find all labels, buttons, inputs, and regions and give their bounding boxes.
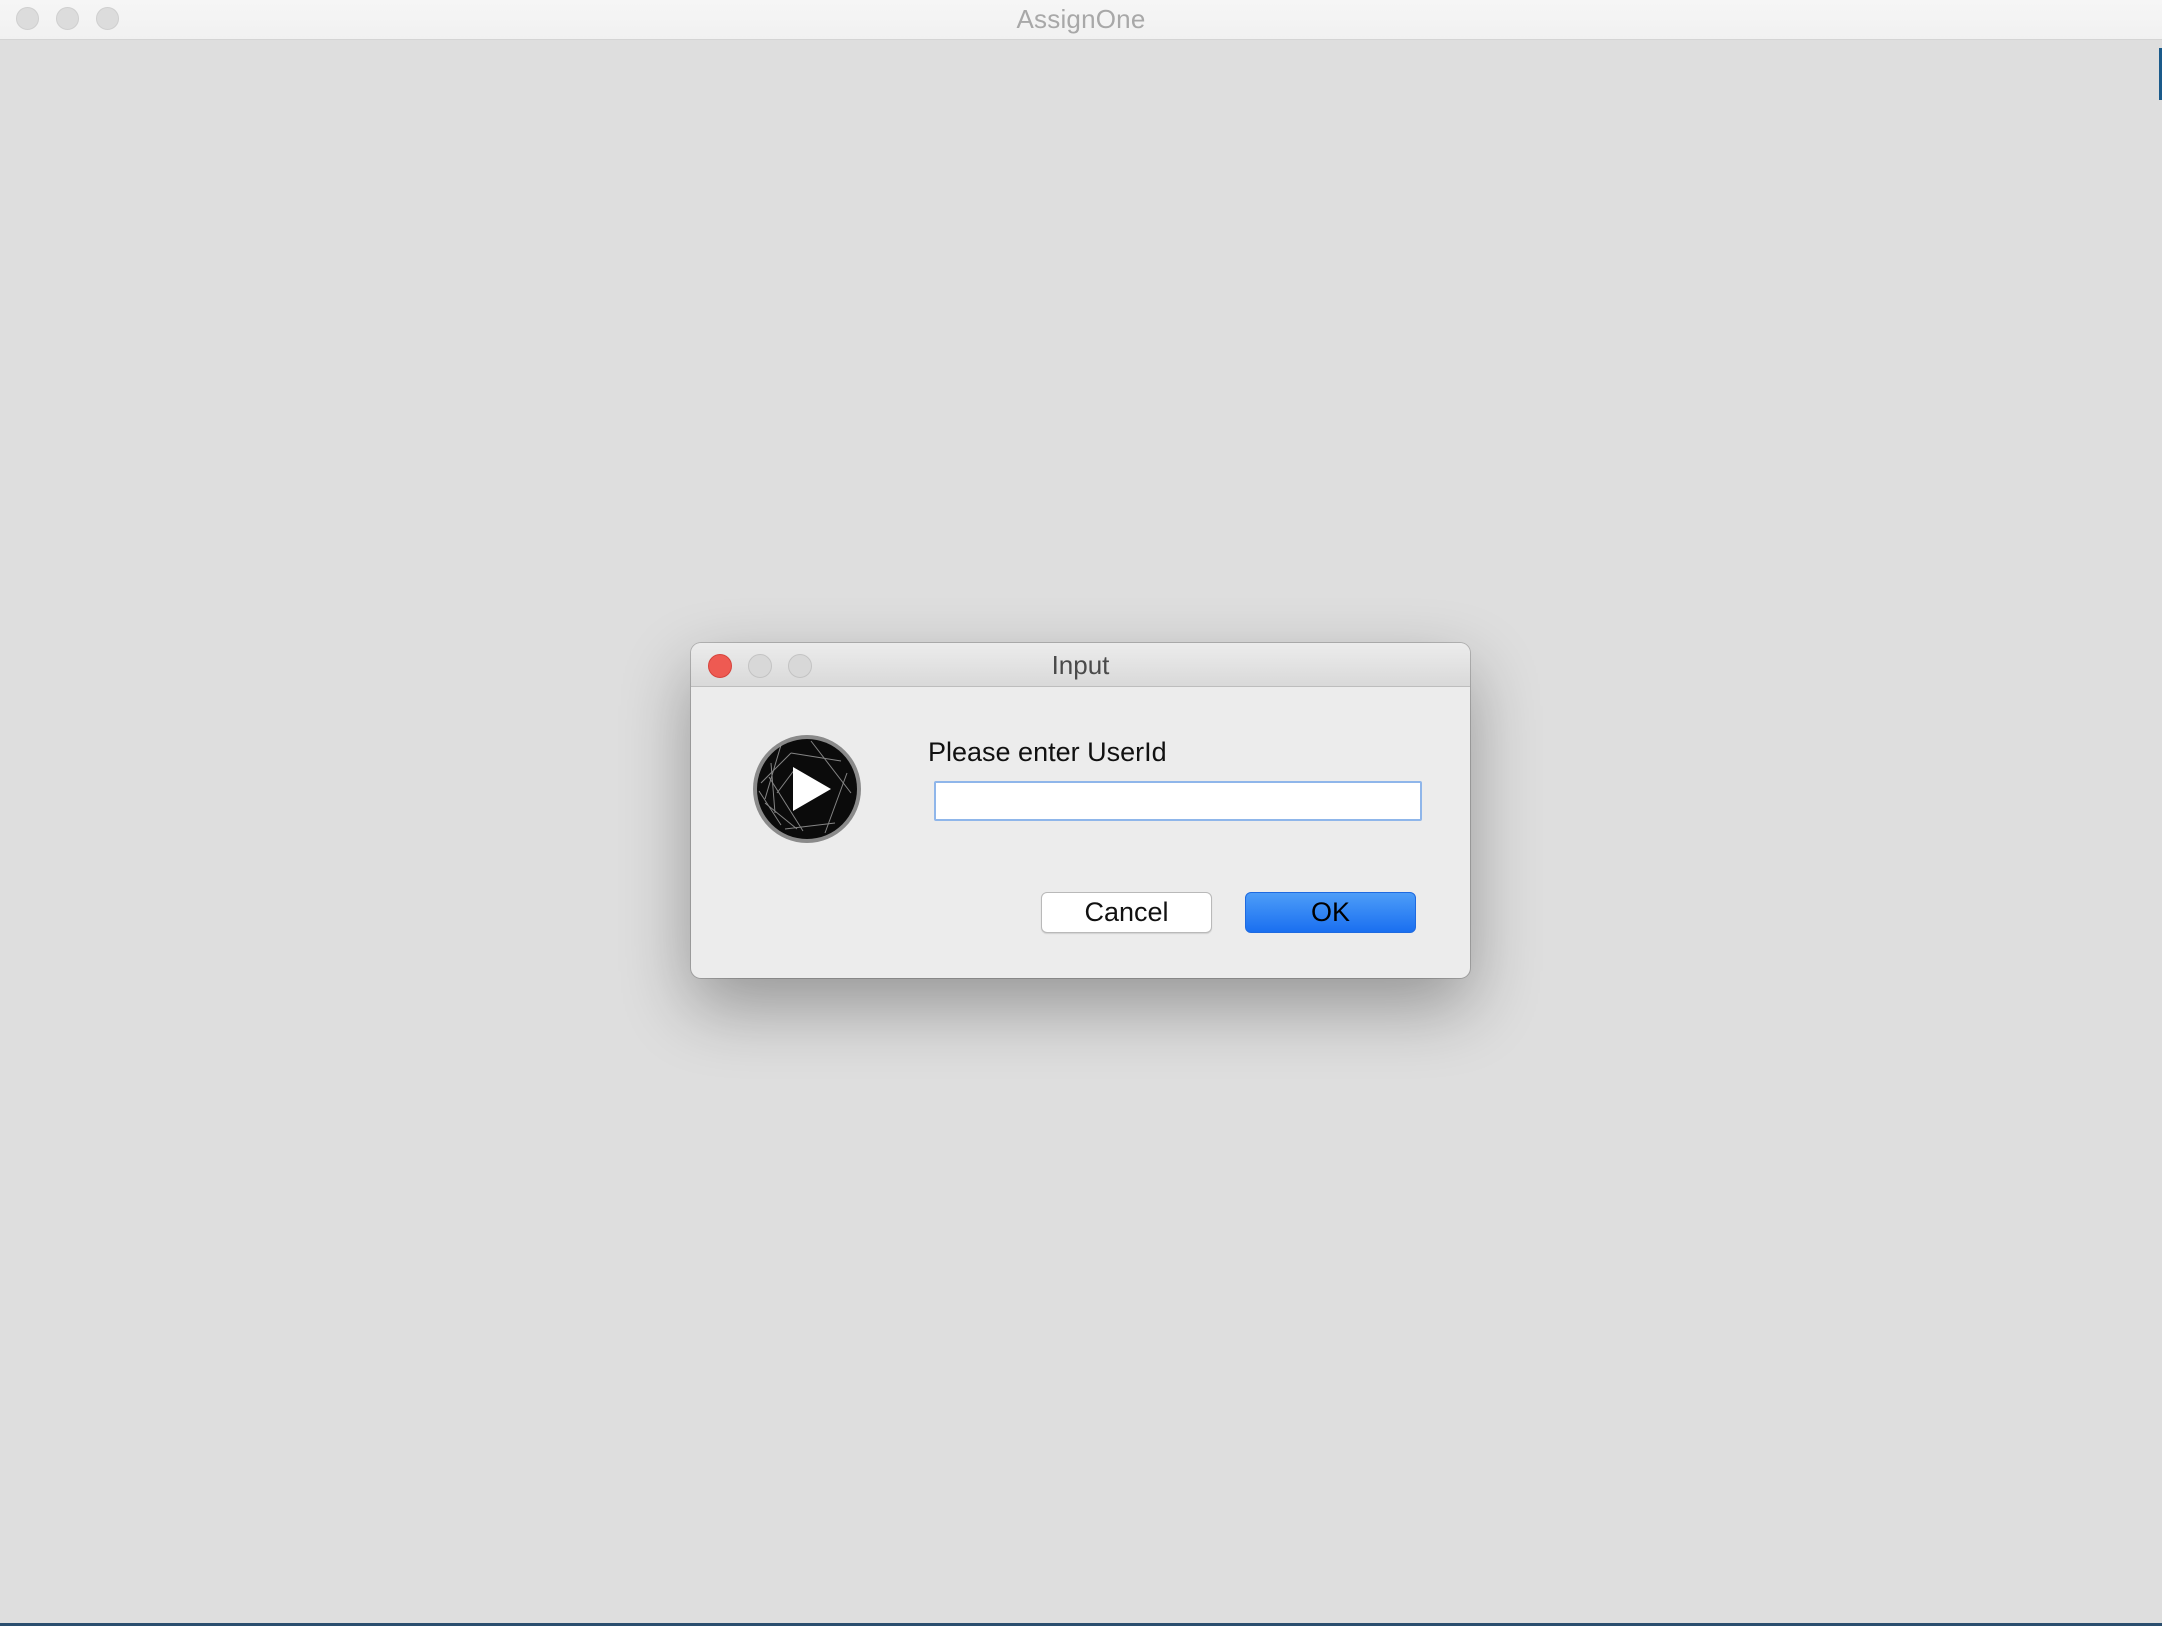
play-icon	[753, 735, 861, 843]
cancel-button[interactable]: Cancel	[1041, 892, 1212, 933]
main-titlebar: AssignOne	[0, 0, 2162, 40]
dialog-titlebar: Input	[691, 643, 1470, 687]
dialog-title: Input	[1051, 650, 1110, 680]
window-title: AssignOne	[1016, 4, 1146, 34]
input-dialog: Input Please enter UserId Cancel OK	[691, 643, 1470, 978]
userid-input[interactable]	[934, 781, 1422, 821]
userid-prompt-label: Please enter UserId	[928, 737, 1167, 767]
ok-button[interactable]: OK	[1245, 892, 1416, 933]
